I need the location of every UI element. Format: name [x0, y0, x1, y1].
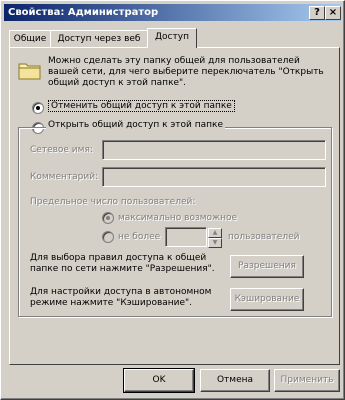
- users-count-field[interactable]: [165, 227, 207, 247]
- user-limit-label: Предельное число пользователей:: [30, 197, 196, 207]
- ok-button[interactable]: OK: [123, 368, 195, 393]
- no-share-radio[interactable]: [32, 102, 44, 114]
- max-users-radio[interactable]: [102, 212, 114, 224]
- not-more-radio[interactable]: [102, 231, 114, 243]
- tab-sharing[interactable]: Доступ: [147, 28, 197, 48]
- users-label: пользователей: [228, 232, 300, 242]
- title-bar: Свойства: Администратор ? ×: [4, 4, 341, 21]
- cancel-button[interactable]: Отмена: [200, 369, 270, 392]
- comment-label: Комментарий:: [30, 172, 99, 182]
- tab-web-sharing[interactable]: Доступ через веб: [50, 30, 148, 47]
- users-count-spinner[interactable]: ▲ ▼: [208, 228, 222, 248]
- properties-dialog: Свойства: Администратор ? × Общие Доступ…: [0, 0, 345, 400]
- comment-field[interactable]: [102, 167, 326, 187]
- permissions-text: Для выбора правил доступа к общей папке …: [30, 253, 215, 274]
- no-share-label[interactable]: Отменить общий доступ к этой папке: [48, 100, 235, 112]
- not-more-label: не более: [118, 232, 161, 242]
- tab-general[interactable]: Общие: [9, 30, 51, 47]
- apply-button[interactable]: Применить: [274, 369, 340, 392]
- max-users-label: максимально возможное: [118, 213, 238, 223]
- share-name-label: Сетевое имя:: [30, 145, 93, 155]
- permissions-button[interactable]: Разрешения: [230, 255, 304, 278]
- spin-up-icon[interactable]: ▲: [208, 228, 222, 238]
- sharing-panel: Можно сделать эту папку общей для пользо…: [9, 47, 340, 365]
- window-title: Свойства: Администратор: [8, 7, 159, 18]
- share-name-field[interactable]: [102, 140, 326, 160]
- info-text: Можно сделать эту папку общей для пользо…: [48, 56, 324, 88]
- spin-down-icon[interactable]: ▼: [208, 238, 222, 248]
- share-label[interactable]: Открыть общий доступ к этой папке: [46, 120, 226, 130]
- help-button[interactable]: ?: [309, 6, 325, 20]
- caching-text: Для настройки доступа в автономном режим…: [30, 287, 212, 308]
- folder-icon: [18, 58, 42, 82]
- caching-button[interactable]: Кэширование: [230, 288, 304, 311]
- close-button[interactable]: ×: [325, 6, 341, 20]
